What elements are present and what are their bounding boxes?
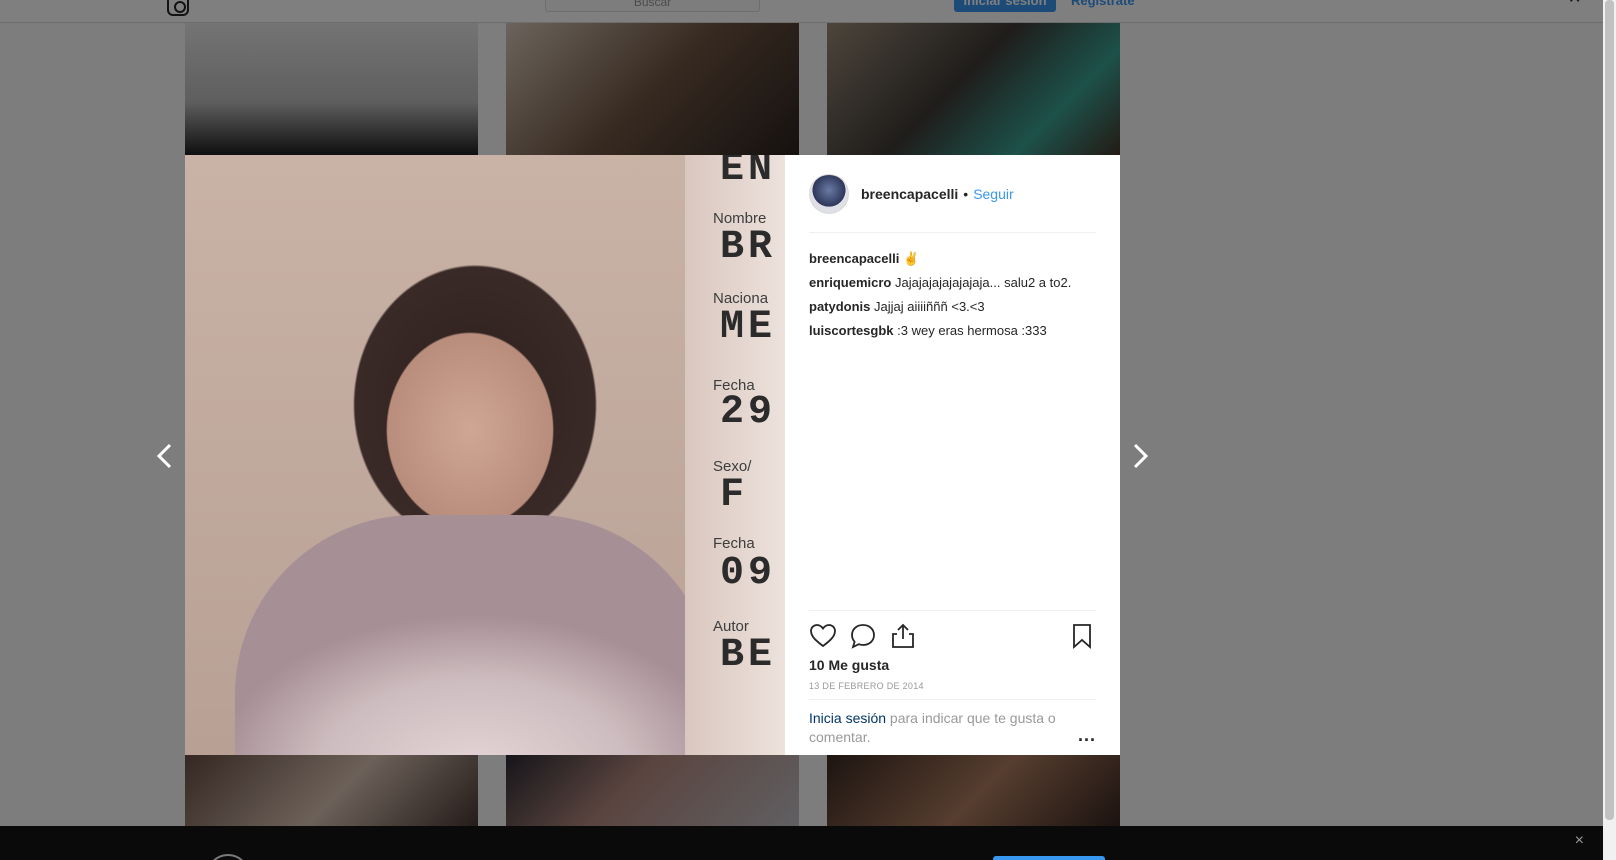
post-date: 13 de febrero de 2014 [809, 681, 924, 691]
comments-list: breencapacelli ✌ enriquemicro Jajajajaja… [809, 233, 1096, 343]
likes-count[interactable]: 10 Me gusta [809, 657, 889, 673]
avatar[interactable] [809, 173, 849, 214]
chevron-right-icon[interactable] [1128, 441, 1152, 471]
comment-item: luiscortesgbk :3 wey eras hermosa :333 [809, 319, 1096, 343]
photo-text: ME [720, 305, 777, 350]
photo-collar [235, 515, 715, 755]
post-photo: EN Nombre BR Naciona ME Fecha 29 Sexo/ F… [185, 155, 785, 755]
comment-username[interactable]: enriquemicro [809, 275, 891, 290]
close-icon[interactable]: × [1575, 832, 1584, 850]
comment-text: Jajajajajajajajaja... salu2 a to2. [894, 275, 1072, 290]
post-sidebar: breencapacelli • Seguir breencapacelli ✌… [785, 155, 1120, 755]
scrollbar-thumb[interactable] [1605, 0, 1614, 820]
share-icon[interactable] [889, 622, 917, 650]
scrollbar[interactable] [1603, 0, 1616, 860]
photo-text: Fecha [713, 535, 755, 552]
heart-icon[interactable] [809, 622, 837, 650]
post-header: breencapacelli • Seguir [809, 155, 1096, 233]
action-bar [809, 610, 1096, 660]
bookmark-icon[interactable] [1068, 622, 1096, 650]
comment-username[interactable]: luiscortesgbk [809, 323, 894, 338]
comment-item: enriquemicro Jajajajajajajajaja... salu2… [809, 271, 1096, 295]
photo-text: BE [720, 633, 777, 678]
banner-button[interactable] [993, 856, 1105, 860]
comment-text: ✌ [902, 251, 920, 266]
more-options-button[interactable]: ... [1078, 725, 1096, 746]
author-username[interactable]: breencapacelli [861, 186, 958, 202]
comment-text: :3 wey eras hermosa :333 [897, 323, 1047, 338]
photo-text: 09 [720, 551, 777, 596]
separator-dot: • [963, 185, 969, 202]
comment-username[interactable]: patydonis [809, 299, 870, 314]
photo-text: 29 [720, 390, 777, 435]
photo-text: BR [720, 225, 777, 270]
banner-logo-icon [206, 854, 250, 860]
photo-text: F [720, 473, 749, 518]
post-modal: EN Nombre BR Naciona ME Fecha 29 Sexo/ F… [185, 155, 1120, 755]
comment-text: Jajjaj aiiiiñññ <3.<3 [874, 299, 985, 314]
chevron-left-icon[interactable] [153, 441, 177, 471]
bottom-banner: × [0, 826, 1616, 860]
comment-icon[interactable] [849, 622, 877, 650]
login-prompt: Inicia sesión para indicar que te gusta … [809, 699, 1096, 747]
photo-text: EN [720, 155, 777, 192]
caption: breencapacelli ✌ [809, 247, 1096, 271]
comment-item: patydonis Jajjaj aiiiiñññ <3.<3 [809, 295, 1096, 319]
comment-username[interactable]: breencapacelli [809, 251, 899, 266]
follow-button[interactable]: Seguir [973, 186, 1013, 202]
login-link[interactable]: Inicia sesión [809, 710, 886, 726]
